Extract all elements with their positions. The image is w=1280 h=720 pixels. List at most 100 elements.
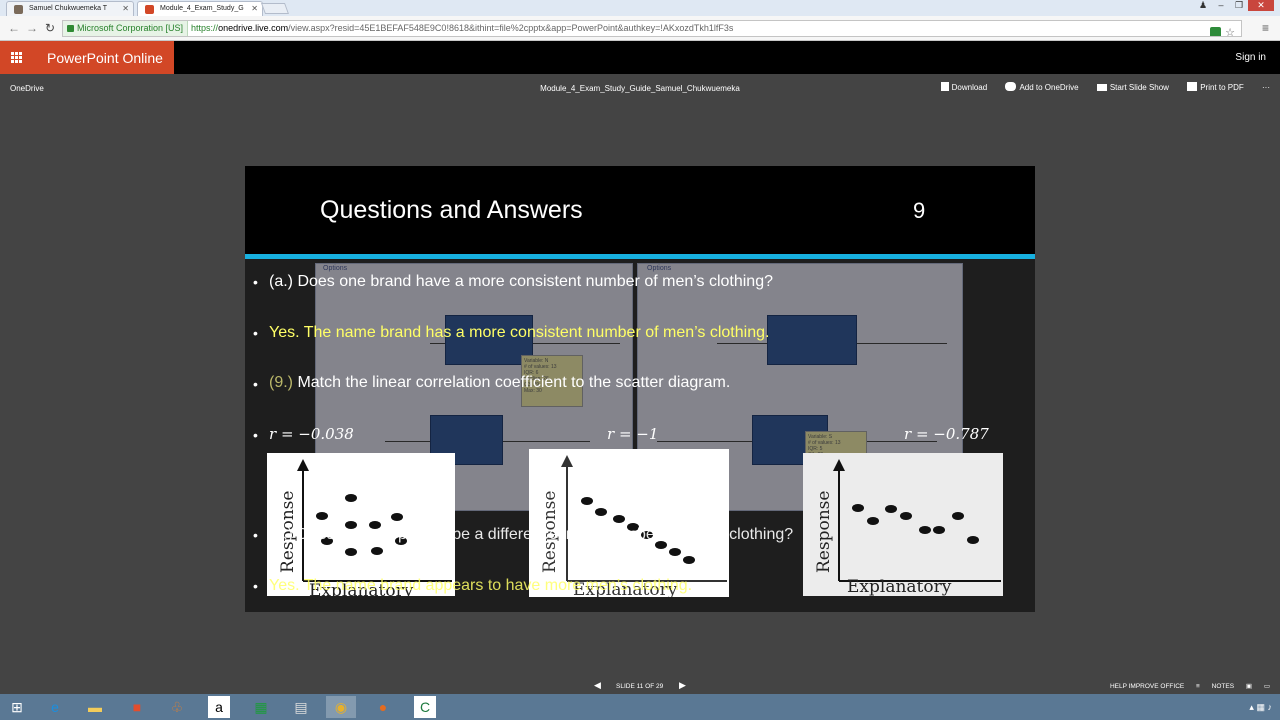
sign-in-link[interactable]: Sign in (1235, 52, 1266, 63)
close-window-icon[interactable]: ✕ (1248, 0, 1274, 11)
app-brand: PowerPoint Online (0, 41, 174, 74)
answer-a: Yes. The name brand has a more consisten… (269, 324, 770, 341)
bullet-icon: • (253, 376, 258, 392)
bullet-icon: • (253, 274, 258, 290)
close-icon[interactable]: ✕ (251, 4, 258, 13)
ghost-options-label: Options (323, 265, 348, 272)
minimize-icon[interactable]: – (1212, 0, 1230, 10)
bullet-icon: • (253, 427, 258, 443)
system-tray: ▴ ▦ ♪ (1249, 702, 1272, 713)
viewer-status-bar: ◀ SLIDE 11 OF 29 ▶ HELP IMPROVE OFFICE ≡… (0, 678, 1280, 694)
app-icon[interactable]: ■ (122, 696, 152, 718)
reload-icon[interactable]: ↻ (45, 21, 55, 35)
slideshow-view-icon[interactable]: ▭ (1264, 683, 1270, 690)
back-icon[interactable]: ← (8, 21, 20, 35)
menu-icon[interactable]: ≡ (1262, 21, 1269, 35)
printer-icon (1187, 82, 1198, 91)
slideshow-icon (1096, 84, 1107, 91)
file-explorer-icon[interactable]: ▬ (80, 696, 110, 718)
download-icon (940, 82, 949, 91)
question-b: (b.) Does there appear to be a differenc… (269, 526, 793, 544)
next-slide-icon[interactable]: ▶ (679, 680, 686, 691)
download-button[interactable]: Download (940, 82, 987, 92)
ev-certificate-badge[interactable]: Microsoft Corporation [US] (63, 21, 189, 36)
svg-text:Response: Response (814, 491, 834, 573)
amazon-icon[interactable]: a (208, 696, 230, 718)
answer-b: Yes. The name brand appears to have more… (269, 577, 693, 594)
notes-toggle[interactable]: ≡ NOTES (1196, 683, 1234, 690)
print-to-pdf-button[interactable]: Print to PDF (1187, 82, 1244, 92)
scatter-plot-1: Response Explanatory (278, 459, 452, 596)
app-icon[interactable]: ♧ (162, 696, 192, 718)
calculator-icon[interactable]: ▤ (286, 696, 316, 718)
more-options-icon[interactable]: ··· (1262, 83, 1270, 92)
app-icon[interactable]: C (414, 696, 436, 718)
tab-label: Samuel Chukwuemeka T (29, 5, 108, 12)
network-icon[interactable]: ▦ (1256, 702, 1265, 712)
slide-question-number: 9 (913, 198, 926, 223)
scatter-plot-3: Response Explanatory (814, 459, 1001, 596)
chrome-icon[interactable]: ◉ (326, 696, 356, 718)
volume-icon[interactable]: ♪ (1268, 702, 1273, 712)
start-slide-show-button[interactable]: Start Slide Show (1096, 83, 1169, 92)
normal-view-icon[interactable]: ▣ (1246, 683, 1252, 690)
close-icon[interactable]: ✕ (122, 4, 129, 13)
app-header: PowerPoint Online Sign in (0, 41, 1280, 74)
add-to-onedrive-button[interactable]: Add to OneDrive (1005, 82, 1079, 92)
url-scheme: https:// (191, 23, 219, 33)
previous-slide-icon[interactable]: ◀ (594, 680, 601, 691)
question-a: (a.) Does one brand have a more consiste… (269, 273, 773, 291)
new-tab-button[interactable] (260, 3, 290, 14)
star-icon[interactable]: ☆ (1225, 27, 1235, 36)
app-name[interactable]: PowerPoint Online (47, 50, 163, 66)
favicon-icon (14, 5, 23, 14)
scatter-diagram-3: Response Explanatory (803, 453, 1003, 596)
tray-arrow-icon[interactable]: ▴ (1249, 702, 1254, 712)
address-bar-row: ← → ↻ Microsoft Corporation [US] https://… (0, 16, 1280, 41)
firefox-icon[interactable]: ● (368, 696, 398, 718)
bullet-icon: • (253, 527, 258, 543)
internet-explorer-icon[interactable]: e (40, 696, 70, 718)
question-b-text: Does there appear to be a difference in … (297, 526, 794, 543)
browser-tab[interactable]: Samuel Chukwuemeka T ✕ (6, 1, 134, 16)
tab-label: Module_4_Exam_Study_G (160, 5, 244, 12)
scatter-plot-2: Response Explanatory (540, 455, 727, 597)
slide-canvas: Questions and Answers 9 Options Variable… (245, 166, 1035, 612)
forward-icon[interactable]: → (26, 21, 38, 35)
browser-tab-active[interactable]: Module_4_Exam_Study_G ✕ (137, 1, 263, 16)
r-value-2: r = −1 (607, 425, 659, 443)
slide-title-bar: Questions and Answers 9 (245, 166, 1035, 254)
url-path: /view.aspx?resid=45E1BEFAF548E9C0!8618&i… (288, 23, 734, 33)
question-9-prefix: (9.) (269, 374, 293, 391)
title-divider (245, 254, 1035, 259)
windows-start-icon[interactable]: ⊞ (2, 696, 32, 718)
r-value-1: r = −0.038 (269, 425, 354, 443)
ghost-box (767, 315, 857, 365)
r-value-3: r = −0.787 (904, 425, 989, 443)
bullet-icon: • (253, 578, 258, 594)
lock-icon (67, 25, 74, 32)
url-host: onedrive.live.com (218, 23, 289, 33)
question-b-prefix: (b.) (269, 526, 293, 543)
app-launcher-icon[interactable] (11, 52, 22, 63)
scatter-diagram-2: Response Explanatory (529, 449, 729, 597)
extension-icon[interactable] (1210, 27, 1222, 36)
slide-counter: SLIDE 11 OF 29 (616, 683, 664, 690)
browser-tab-strip: Samuel Chukwuemeka T ✕ Module_4_Exam_Stu… (0, 0, 1280, 16)
restore-icon[interactable]: ❐ (1230, 0, 1248, 11)
help-improve-office-link[interactable]: HELP IMPROVE OFFICE (1110, 683, 1184, 690)
question-9: (9.) Match the linear correlation coeffi… (269, 374, 730, 392)
slide-title: Questions and Answers (320, 196, 583, 224)
cloud-icon (1005, 82, 1017, 91)
ghost-options-label: Options (647, 265, 672, 272)
question-9-text: Match the linear correlation coefficient… (297, 374, 731, 391)
scatter-diagram-1: Response Explanatory (267, 453, 455, 596)
spreadsheet-icon[interactable]: ▦ (246, 696, 276, 718)
svg-text:Explanatory: Explanatory (847, 577, 952, 596)
question-a-prefix: (a.) (269, 273, 293, 290)
question-a-text: Does one brand have a more consistent nu… (297, 273, 773, 290)
url-field[interactable]: Microsoft Corporation [US] https://onedri… (62, 20, 1242, 37)
bullet-icon: • (253, 325, 258, 341)
viewer-toolbar: OneDrive Module_4_Exam_Study_Guide_Samue… (0, 74, 1280, 102)
user-icon[interactable]: ♟ (1194, 0, 1212, 11)
